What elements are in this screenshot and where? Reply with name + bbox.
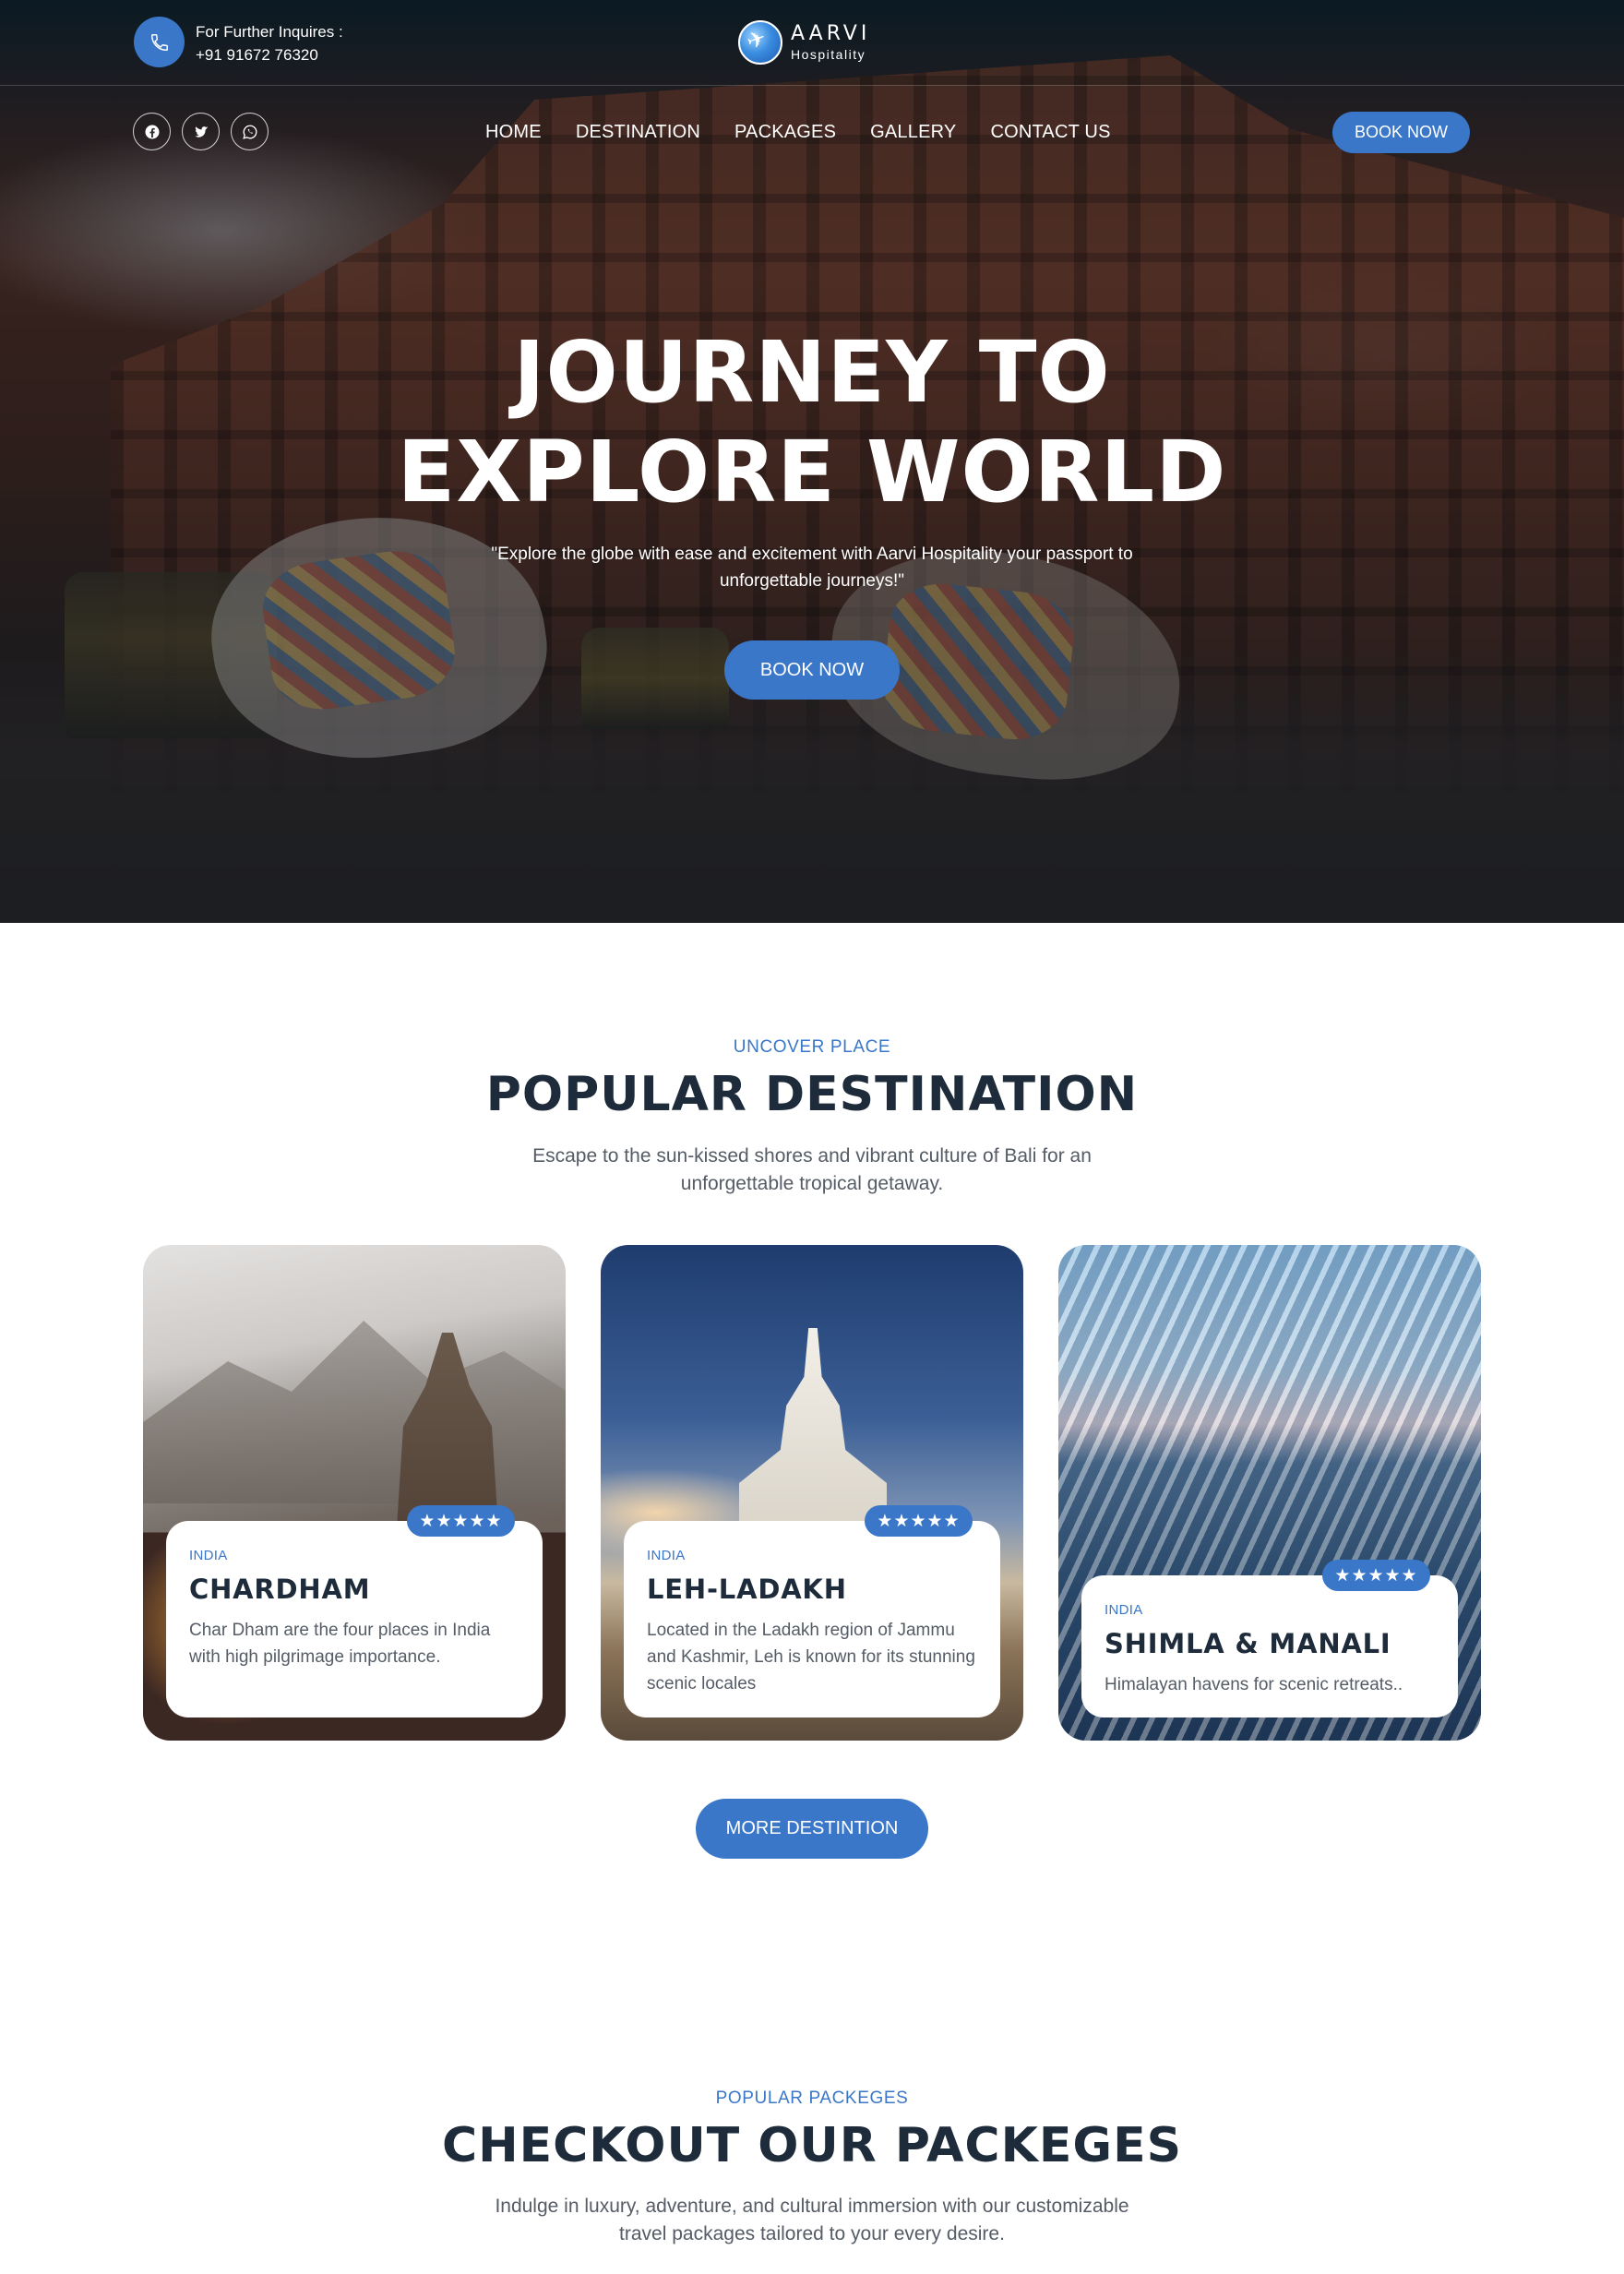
twitter-icon[interactable] [182,113,220,150]
packages-description: Indulge in luxury, adventure, and cultur… [0,2193,1624,2248]
destination-card-panel: ★★★★★ INDIA SHIMLA & MANALI Himalayan ha… [1081,1560,1458,1717]
hero-title-line-2: EXPLORE WORLD [397,423,1227,521]
whatsapp-icon[interactable] [231,113,269,150]
destination-description: Himalayan havens for scenic retreats.. [1105,1675,1403,1694]
rating-stars: ★★★★★ [865,1505,973,1537]
brand-subtitle: Hospitality [791,47,866,62]
destination-name[interactable]: LEH-LADAKH [647,1574,847,1605]
hero-subtitle: "Explore the globe with ease and excitem… [434,541,1190,594]
destination-country: INDIA [647,1548,686,1563]
hero-subtitle-line-1: "Explore the globe with ease and excitem… [491,545,1133,564]
social-links [133,113,269,150]
book-now-hero-button[interactable]: BOOK NOW [724,640,900,700]
hero-title: JOURNEY TO EXPLORE WORLD [0,323,1624,522]
destination-card-panel: ★★★★★ INDIA CHARDHAM Char Dham are the f… [166,1505,543,1717]
destination-country: INDIA [1105,1602,1143,1618]
inquiry-label: For Further Inquires : [196,23,343,41]
destination-description: Located in the Ladakh region of Jammu an… [647,1621,975,1694]
brand-name: AARVI [791,22,871,45]
hero-title-line-1: JOURNEY TO [513,323,1111,422]
destinations-description-line-1: Escape to the sun-kissed shores and vibr… [532,1145,1092,1167]
rating-stars: ★★★★★ [1322,1560,1430,1591]
destinations-title: POPULAR DESTINATION [485,1067,1139,1122]
rating-stars: ★★★★★ [407,1505,515,1537]
phone-icon [150,33,168,51]
packages-title: CHECKOUT OUR PACKEGES [441,2118,1183,2173]
book-now-header-button[interactable]: BOOK NOW [1332,112,1470,153]
destination-name[interactable]: CHARDHAM [189,1574,370,1605]
destination-card-panel: ★★★★★ INDIA LEH-LADAKH Located in the La… [624,1505,1000,1717]
more-destinations-button[interactable]: MORE DESTINTION [696,1799,928,1859]
hero-subtitle-line-2: unforgettable journeys!" [719,571,905,591]
destination-description: Char Dham are the four places in India w… [189,1621,491,1667]
packages-description-line-2: travel packages tailored to your every d… [619,2223,1005,2244]
nav-gallery[interactable]: GALLERY [870,118,956,146]
destination-card-leh-ladakh[interactable]: ★★★★★ INDIA LEH-LADAKH Located in the La… [601,1245,1023,1741]
nav-contact-us[interactable]: CONTACT US [990,118,1110,146]
destination-card-chardham[interactable]: ★★★★★ INDIA CHARDHAM Char Dham are the f… [143,1245,566,1741]
destination-card-shimla-manali[interactable]: ★★★★★ INDIA SHIMLA & MANALI Himalayan ha… [1058,1245,1481,1741]
top-bar: For Further Inquires : +91 91672 76320 ✈… [0,0,1624,86]
destination-country: INDIA [189,1548,228,1563]
packages-description-line-1: Indulge in luxury, adventure, and cultur… [495,2196,1129,2217]
brand-logo[interactable]: ✈ AARVI Hospitality [738,18,877,66]
contact-info: For Further Inquires : +91 91672 76320 [196,20,343,66]
main-nav: HOME DESTINATION PACKAGES GALLERY CONTAC… [485,118,1111,146]
nav-home[interactable]: HOME [485,118,542,146]
facebook-icon[interactable] [133,113,171,150]
hero-section: For Further Inquires : +91 91672 76320 ✈… [0,0,1624,923]
phone-button[interactable] [134,17,185,67]
destination-name[interactable]: SHIMLA & MANALI [1105,1628,1391,1659]
packages-eyebrow: POPULAR PACKEGES [715,2088,909,2108]
destinations-eyebrow: UNCOVER PLACE [733,1037,891,1057]
destinations-description: Escape to the sun-kissed shores and vibr… [0,1143,1624,1198]
nav-destination[interactable]: DESTINATION [576,118,700,146]
destinations-description-line-2: unforgettable tropical getaway. [680,1173,944,1194]
phone-number[interactable]: +91 91672 76320 [196,43,343,66]
nav-packages[interactable]: PACKAGES [734,118,836,146]
